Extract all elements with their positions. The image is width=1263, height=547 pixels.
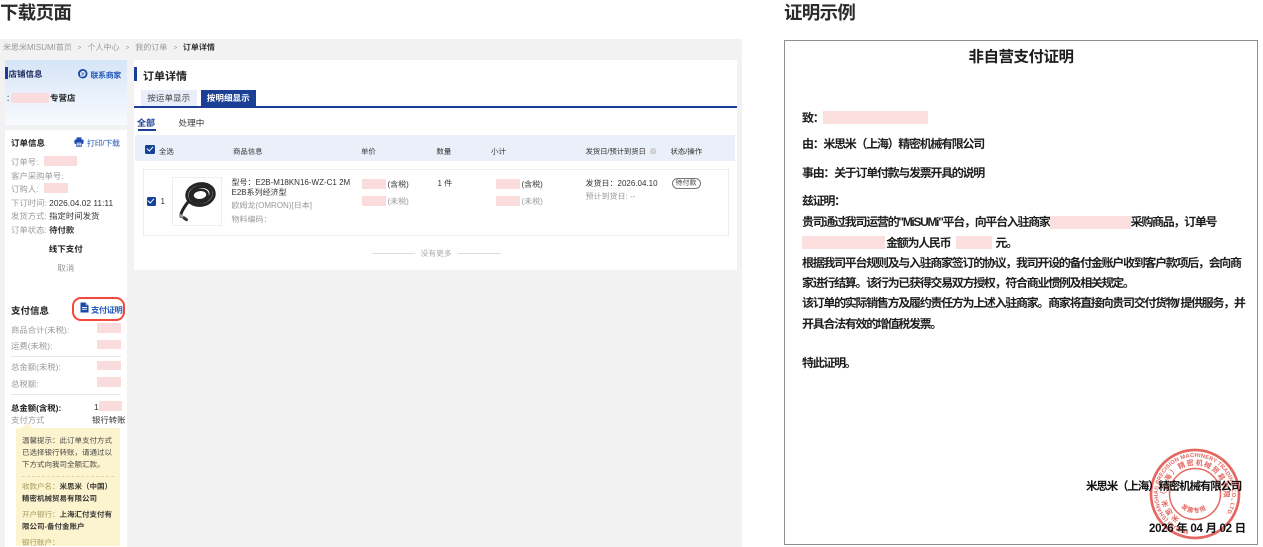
svg-text:?: ? <box>651 149 654 154</box>
